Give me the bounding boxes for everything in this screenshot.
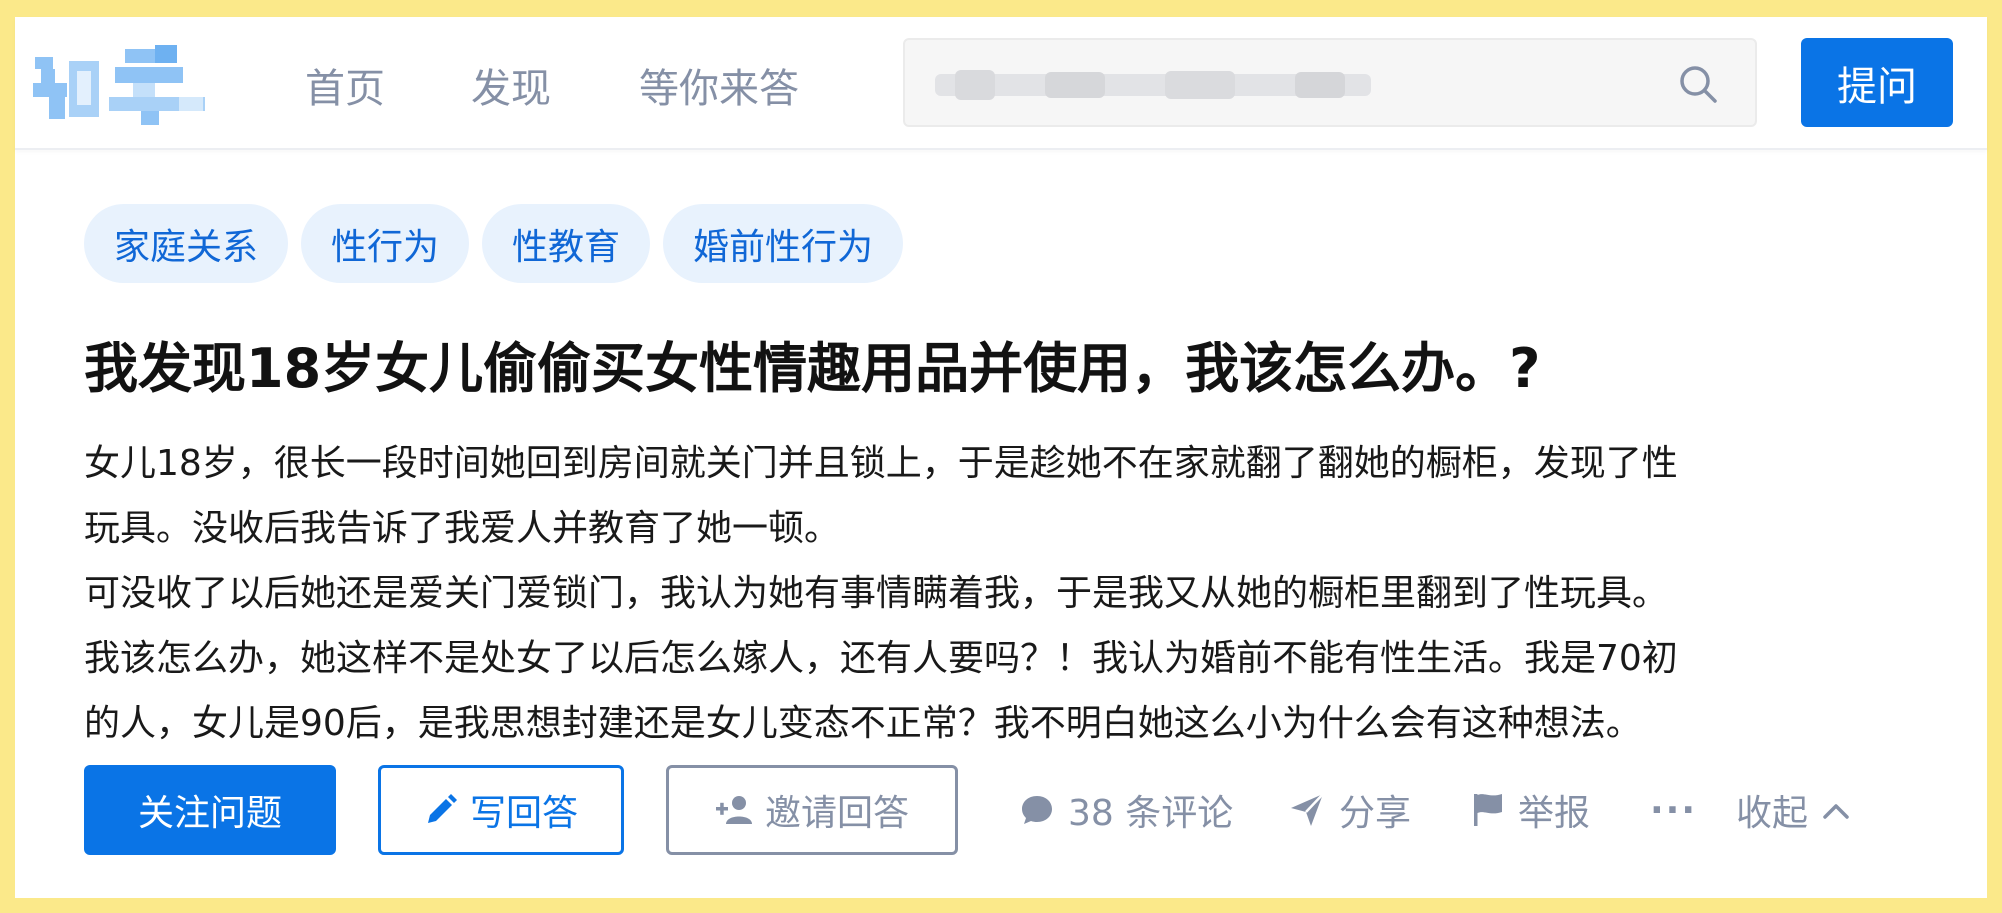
comment-icon: [1022, 796, 1052, 824]
topic-tag[interactable]: 婚前性行为: [663, 204, 904, 283]
detail-line: 的人，女儿是90后，是我思想封建还是女儿变态不正常？我不明白她这么小为什么会有这…: [84, 703, 1642, 744]
invite-answer-label: 邀请回答: [764, 793, 909, 834]
detail-line: 我该怎么办，她这样不是处女了以后怎么嫁人，还有人要吗？！我认为婚前不能有性生活。…: [84, 638, 1678, 679]
question-title: 我发现18岁女儿偷偷买女性情趣用品并使用，我该怎么办。?: [84, 337, 1541, 400]
topic-tag[interactable]: 家庭关系: [84, 204, 289, 283]
nav-home[interactable]: 首页: [305, 65, 385, 113]
detail-line: 女儿18岁，很长一段时间她回到房间就关门并且锁上，于是趁她不在家就翻了翻她的橱柜…: [84, 443, 1678, 484]
flag-icon: [1474, 794, 1502, 826]
topic-tag[interactable]: 性教育: [482, 204, 651, 283]
share-label: 分享: [1339, 793, 1412, 834]
pencil-icon: [427, 794, 457, 823]
logo-text: 知乎: [29, 39, 30, 40]
page-frame: 知乎 首页 发现 等你来答 提问 家庭关系 性行为 性教育 婚前性行为 我发现1…: [15, 17, 1987, 898]
search-icon[interactable]: [1677, 63, 1719, 105]
zhihu-logo[interactable]: [29, 39, 209, 127]
comments-count: 38 条评论: [1068, 793, 1234, 834]
detail-line: 玩具。没收后我告诉了我爱人并教育了她一顿。: [84, 508, 841, 549]
nav-discover[interactable]: 发现: [471, 65, 551, 113]
follow-question-button[interactable]: 关注问题: [84, 765, 336, 855]
search-input[interactable]: [935, 68, 1365, 102]
report-label: 举报: [1518, 793, 1591, 834]
write-answer-button[interactable]: 写回答: [378, 765, 624, 855]
topic-tags: 家庭关系 性行为 性教育 婚前性行为: [84, 204, 904, 283]
search-box[interactable]: [903, 38, 1757, 127]
comments-button[interactable]: 38 条评论: [1020, 765, 1233, 855]
collapse-button[interactable]: 收起: [1736, 765, 1850, 855]
question-detail: 女儿18岁，很长一段时间她回到房间就关门并且锁上，于是趁她不在家就翻了翻她的橱柜…: [84, 431, 1884, 756]
collapse-label: 收起: [1736, 793, 1809, 834]
nav-waiting-answers[interactable]: 等你来答: [639, 65, 799, 113]
topic-tag[interactable]: 性行为: [301, 204, 470, 283]
top-header: 知乎 首页 发现 等你来答 提问: [15, 17, 1987, 150]
invite-answer-button[interactable]: 邀请回答: [666, 765, 958, 855]
more-options-button[interactable]: ···: [1650, 765, 1697, 855]
write-answer-label: 写回答: [469, 793, 578, 834]
ask-question-button[interactable]: 提问: [1801, 38, 1953, 127]
share-icon: [1291, 793, 1324, 826]
detail-line: 可没收了以后她还是爱关门爱锁门，我认为她有事情瞒着我，于是我又从她的橱柜里翻到了…: [84, 573, 1669, 614]
share-button[interactable]: 分享: [1289, 765, 1411, 855]
add-user-icon: [715, 796, 752, 824]
report-button[interactable]: 举报: [1472, 765, 1590, 855]
chevron-up-icon: [1823, 804, 1849, 819]
